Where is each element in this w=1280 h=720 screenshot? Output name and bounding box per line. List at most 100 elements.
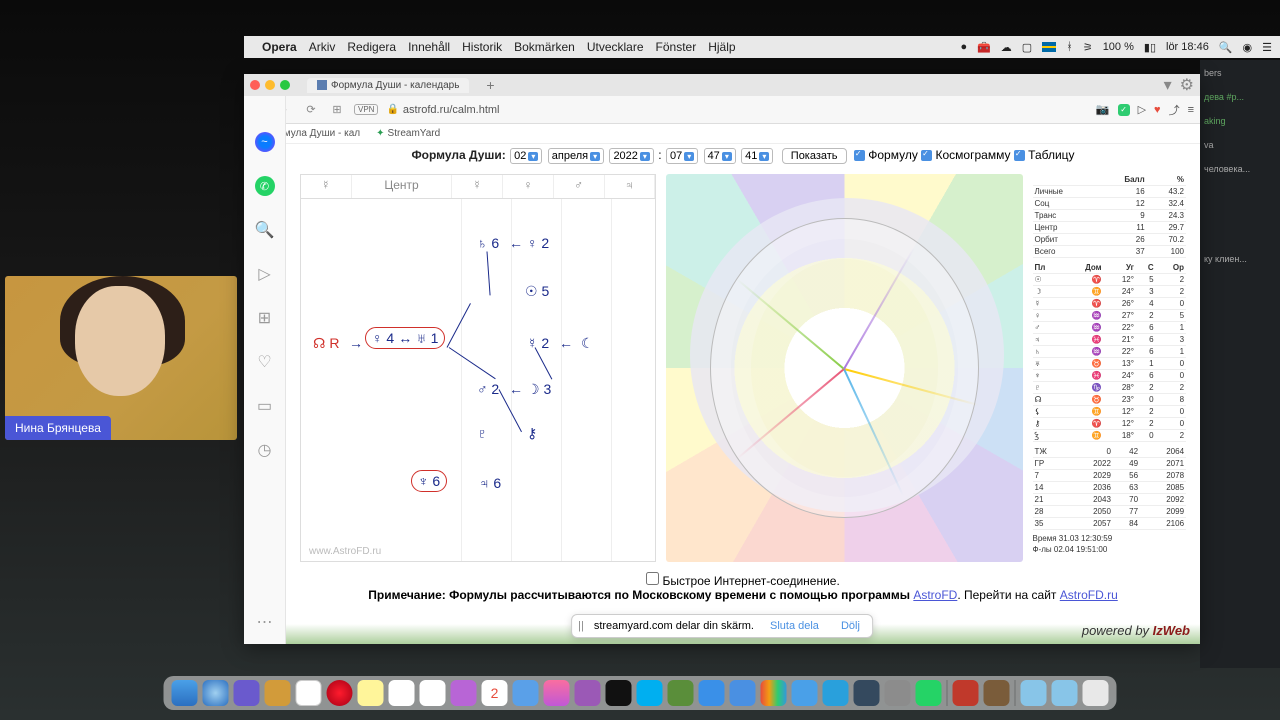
telegram-icon[interactable] bbox=[823, 680, 849, 706]
app-icon[interactable] bbox=[854, 680, 880, 706]
status-icon[interactable]: ● bbox=[960, 41, 967, 53]
news-icon[interactable]: ▭ bbox=[255, 396, 275, 416]
app-icon[interactable] bbox=[265, 680, 291, 706]
formula-checkbox[interactable] bbox=[854, 150, 865, 161]
app-menu[interactable]: Opera bbox=[262, 40, 297, 54]
skype-icon[interactable] bbox=[637, 680, 663, 706]
app-icon[interactable] bbox=[234, 680, 260, 706]
search-icon[interactable]: 🔍 bbox=[255, 220, 275, 240]
messenger-icon[interactable]: ~ bbox=[255, 132, 275, 152]
tab-menu-icon[interactable]: ▾ bbox=[1164, 75, 1172, 95]
folder-icon[interactable] bbox=[1052, 680, 1078, 706]
app-icon[interactable] bbox=[761, 680, 787, 706]
label: Таблицу bbox=[1028, 148, 1074, 162]
more-icon[interactable]: ⋯ bbox=[255, 612, 275, 632]
day-select[interactable]: 02▾ bbox=[510, 148, 542, 164]
new-tab-button[interactable]: + bbox=[480, 77, 500, 93]
clock[interactable]: lör 18:46 bbox=[1166, 41, 1209, 53]
wifi-icon[interactable]: ⚞ bbox=[1083, 41, 1093, 54]
stop-share-button[interactable]: Sluta dela bbox=[764, 618, 825, 634]
whatsapp-icon[interactable]: ✆ bbox=[255, 176, 275, 196]
address-bar: ‹ › ⟳ ⊞ VPN 🔒 astrofd.ru/calm.html 📷 ✓ ▷… bbox=[244, 96, 1200, 124]
menu-fonster[interactable]: Fönster bbox=[656, 40, 697, 54]
reminders-icon[interactable] bbox=[420, 680, 446, 706]
menu-historik[interactable]: Historik bbox=[462, 40, 502, 54]
maximize-window-button[interactable] bbox=[280, 80, 290, 90]
app-icon[interactable] bbox=[668, 680, 694, 706]
stats-table: Балл% Личные1643.2 Соц1232.4 Транс924.3 … bbox=[1033, 174, 1187, 562]
share-icon[interactable]: ⤴ bbox=[1169, 102, 1180, 118]
toolbox-icon[interactable]: 🧰 bbox=[977, 41, 991, 54]
zoom-icon[interactable] bbox=[730, 680, 756, 706]
menu-utvecklare[interactable]: Utvecklare bbox=[587, 40, 644, 54]
music-icon[interactable] bbox=[544, 680, 570, 706]
chrome-icon[interactable] bbox=[296, 680, 322, 706]
cloud-icon[interactable]: ☁︎ bbox=[1001, 41, 1012, 54]
trash-icon[interactable] bbox=[1083, 680, 1109, 706]
menu-bokmarken[interactable]: Bokmärken bbox=[514, 40, 575, 54]
sec-select[interactable]: 41▾ bbox=[741, 148, 773, 164]
app-icon[interactable] bbox=[451, 680, 477, 706]
safari-icon[interactable] bbox=[203, 680, 229, 706]
folder-icon[interactable] bbox=[1021, 680, 1047, 706]
fast-checkbox[interactable] bbox=[646, 572, 659, 585]
send-icon[interactable]: ▷ bbox=[1138, 103, 1146, 116]
app-icon[interactable] bbox=[513, 680, 539, 706]
astrofd-link[interactable]: AstroFD bbox=[913, 588, 957, 602]
heart-icon[interactable]: ♥ bbox=[1154, 104, 1161, 116]
opera-icon[interactable] bbox=[327, 680, 353, 706]
menu-redigera[interactable]: Redigera bbox=[347, 40, 396, 54]
calendar-icon[interactable]: 2 bbox=[482, 680, 508, 706]
show-button[interactable]: Показать bbox=[782, 148, 847, 164]
siri-icon[interactable]: ◉ bbox=[1243, 41, 1253, 54]
pages-icon[interactable] bbox=[389, 680, 415, 706]
table-checkbox[interactable] bbox=[1014, 150, 1025, 161]
menu-icon[interactable]: ≡ bbox=[1188, 104, 1194, 116]
display-icon[interactable]: ▢ bbox=[1022, 41, 1032, 54]
workspaces-icon[interactable]: ⊞ bbox=[255, 308, 275, 328]
pdf-icon[interactable] bbox=[953, 680, 979, 706]
app-icon[interactable] bbox=[984, 680, 1010, 706]
close-window-button[interactable] bbox=[250, 80, 260, 90]
macos-dock: 2 bbox=[164, 676, 1117, 710]
cosmo-checkbox[interactable] bbox=[921, 150, 932, 161]
favicon-icon bbox=[317, 80, 327, 90]
astrofd-site-link[interactable]: AstroFD.ru bbox=[1060, 588, 1118, 602]
tab-title: Формула Души - календарь bbox=[331, 80, 459, 91]
tv-icon[interactable] bbox=[606, 680, 632, 706]
heart-icon[interactable]: ♡ bbox=[255, 352, 275, 372]
easy-setup-icon[interactable]: ⚙ bbox=[1180, 75, 1194, 95]
appstore-icon[interactable] bbox=[699, 680, 725, 706]
year-select[interactable]: 2022▾ bbox=[609, 148, 654, 164]
streamyard-icon: ✦ bbox=[376, 128, 384, 139]
menu-hjalp[interactable]: Hjälp bbox=[708, 40, 735, 54]
min-select[interactable]: 47▾ bbox=[704, 148, 736, 164]
month-select[interactable]: апреля▾ bbox=[548, 148, 604, 164]
search-icon[interactable]: 🔍 bbox=[1219, 41, 1233, 54]
url-field[interactable]: 🔒 astrofd.ru/calm.html bbox=[386, 104, 1087, 116]
minimize-window-button[interactable] bbox=[265, 80, 275, 90]
app-icon[interactable] bbox=[792, 680, 818, 706]
settings-icon[interactable] bbox=[885, 680, 911, 706]
history-icon[interactable]: ◷ bbox=[255, 440, 275, 460]
reload-button[interactable]: ⟳ bbox=[302, 101, 320, 119]
bluetooth-icon[interactable]: ᚼ bbox=[1066, 41, 1073, 53]
camera-icon[interactable]: 📷 bbox=[1096, 103, 1110, 116]
menu-innehall[interactable]: Innehåll bbox=[408, 40, 450, 54]
play-icon[interactable]: ▷ bbox=[255, 264, 275, 284]
notes-icon[interactable] bbox=[358, 680, 384, 706]
vpn-badge[interactable]: VPN bbox=[354, 104, 378, 115]
control-center-icon[interactable]: ☰ bbox=[1262, 41, 1272, 54]
browser-tab[interactable]: Формула Души - календарь bbox=[307, 78, 469, 93]
hour-select[interactable]: 07▾ bbox=[666, 148, 698, 164]
whatsapp-icon[interactable] bbox=[916, 680, 942, 706]
finder-icon[interactable] bbox=[172, 680, 198, 706]
bookmark-item[interactable]: ✦StreamYard bbox=[376, 128, 440, 139]
grid-icon[interactable]: ⊞ bbox=[328, 101, 346, 119]
input-flag-icon[interactable] bbox=[1042, 42, 1056, 52]
planet-node: ♂ 2 bbox=[477, 381, 499, 397]
hide-share-button[interactable]: Dölj bbox=[835, 618, 866, 634]
menu-arkiv[interactable]: Arkiv bbox=[309, 40, 336, 54]
podcast-icon[interactable] bbox=[575, 680, 601, 706]
shield-icon[interactable]: ✓ bbox=[1118, 104, 1130, 116]
